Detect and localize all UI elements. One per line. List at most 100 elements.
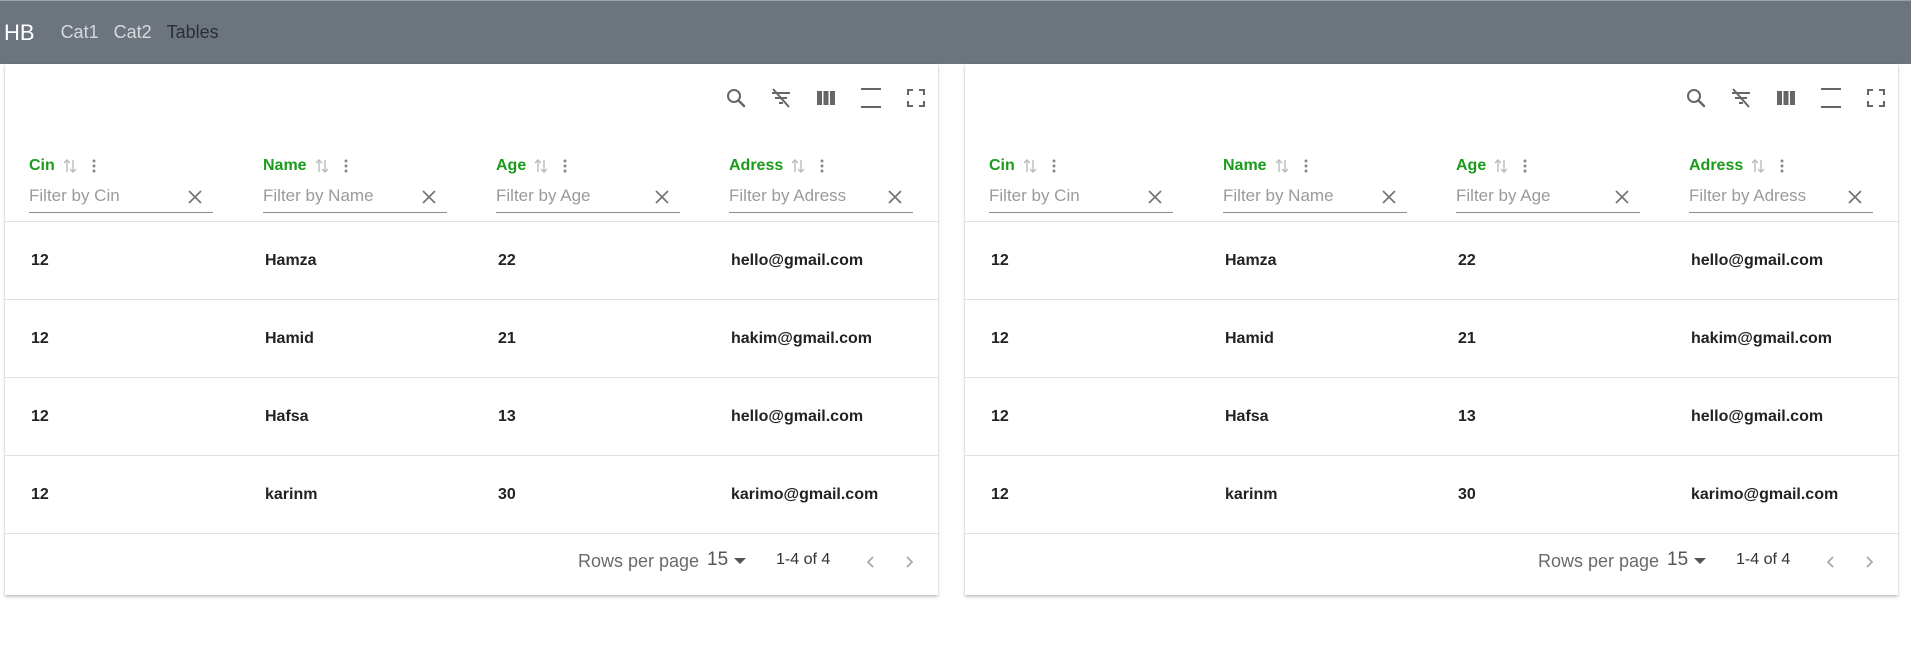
filter-input[interactable] — [989, 181, 1139, 211]
more-vertical-icon[interactable] — [556, 157, 574, 175]
brand-logo[interactable]: HB — [4, 20, 35, 46]
close-icon[interactable] — [885, 187, 905, 207]
cell-cin: 12 — [991, 251, 1009, 269]
column-header-label[interactable]: Age — [1456, 157, 1486, 175]
table-row[interactable]: 12 karinm 30 karimo@gmail.com — [965, 456, 1898, 534]
table-row[interactable]: 12 Hafsa 13 hello@gmail.com — [5, 378, 938, 456]
column-header-label[interactable]: Name — [1223, 157, 1267, 175]
chevron-right-icon — [1866, 556, 1874, 568]
more-vertical-icon[interactable] — [1297, 157, 1315, 175]
rows-per-page-value: 15 — [707, 549, 729, 570]
close-icon[interactable] — [419, 187, 439, 207]
table-row[interactable]: 12 karinm 30 karimo@gmail.com — [5, 456, 938, 534]
column-header-label[interactable]: Age — [496, 157, 526, 175]
more-vertical-icon[interactable] — [1045, 157, 1063, 175]
more-vertical-icon[interactable] — [1773, 157, 1791, 175]
sort-arrows-icon[interactable] — [1492, 157, 1510, 175]
columns-button[interactable] — [1763, 83, 1808, 113]
table-row[interactable]: 12 Hafsa 13 hello@gmail.com — [965, 378, 1898, 456]
close-icon[interactable] — [1379, 187, 1399, 207]
caret-down-icon — [1694, 558, 1707, 564]
filter-input[interactable] — [496, 181, 646, 211]
nav-link-tables[interactable]: Tables — [167, 22, 219, 43]
fullscreen-button[interactable] — [893, 83, 938, 113]
filter-field — [263, 181, 447, 213]
sort-arrows-icon[interactable] — [1021, 157, 1039, 175]
chevron-right-icon — [906, 556, 914, 568]
table-row[interactable]: 12 Hamid 21 hakim@gmail.com — [965, 300, 1898, 378]
page-info: 1-4 of 4 — [776, 551, 831, 568]
close-icon[interactable] — [185, 187, 205, 207]
more-vertical-icon[interactable] — [337, 157, 355, 175]
next-page-button[interactable] — [1856, 549, 1882, 575]
more-vertical-icon[interactable] — [1516, 157, 1534, 175]
toggle-filters-button[interactable] — [1718, 83, 1763, 113]
column-header-label[interactable]: Adress — [729, 157, 783, 175]
filter-input[interactable] — [1223, 181, 1373, 211]
cell-cin: 12 — [31, 329, 49, 347]
cell-adress: karimo@gmail.com — [731, 485, 879, 503]
close-icon[interactable] — [652, 187, 672, 207]
more-vertical-icon[interactable] — [85, 157, 103, 175]
density-button[interactable] — [1808, 83, 1853, 113]
nav-link-cat1[interactable]: Cat1 — [61, 22, 99, 43]
density-icon — [860, 88, 881, 108]
search-button[interactable] — [1673, 83, 1718, 113]
filter-input[interactable] — [1456, 181, 1606, 211]
sort-arrows-icon[interactable] — [313, 157, 331, 175]
table-row[interactable]: 12 Hamza 22 hello@gmail.com — [5, 222, 938, 300]
sort-arrows-icon[interactable] — [1273, 157, 1291, 175]
cell-age: 21 — [1458, 329, 1476, 347]
fullscreen-button[interactable] — [1853, 83, 1898, 113]
filter-field — [1689, 181, 1873, 213]
cell-adress: hello@gmail.com — [731, 407, 864, 425]
rows-per-page-select[interactable]: 15 — [1667, 549, 1707, 571]
cell-adress: hakim@gmail.com — [731, 329, 872, 347]
column-age: Age — [1456, 152, 1640, 213]
sort-arrows-icon[interactable] — [532, 157, 550, 175]
navbar: HB Cat1 Cat2 Tables — [0, 0, 1911, 64]
previous-page-button[interactable] — [1818, 549, 1844, 575]
cell-age: 30 — [498, 485, 516, 503]
table-row[interactable]: 12 Hamza 22 hello@gmail.com — [965, 222, 1898, 300]
cell-name: Hamid — [265, 329, 314, 347]
filter-input[interactable] — [29, 181, 179, 211]
sort-arrows-icon[interactable] — [789, 157, 807, 175]
fullscreen-icon — [906, 89, 925, 107]
cell-name: Hafsa — [265, 407, 309, 425]
rows-per-page-value: 15 — [1667, 549, 1689, 570]
rows-per-page-label: Rows per page — [578, 551, 700, 571]
table-toolbar — [1673, 83, 1898, 113]
rows-per-page-select[interactable]: 15 — [707, 549, 747, 571]
filter-input[interactable] — [263, 181, 413, 211]
sort-arrows-icon[interactable] — [61, 157, 79, 175]
sort-arrows-icon[interactable] — [1749, 157, 1767, 175]
data-table-1: Cin Name Age Adress 12 Hamza 22 hello@gm… — [5, 64, 938, 595]
filter-input[interactable] — [1689, 181, 1839, 211]
filter-input[interactable] — [729, 181, 879, 211]
density-button[interactable] — [848, 83, 893, 113]
column-header-label[interactable]: Adress — [1689, 157, 1743, 175]
nav-link-cat2[interactable]: Cat2 — [114, 22, 152, 43]
table-row[interactable]: 12 Hamid 21 hakim@gmail.com — [5, 300, 938, 378]
column-header-label[interactable]: Cin — [29, 157, 55, 175]
filter-field — [496, 181, 680, 213]
previous-page-button[interactable] — [858, 549, 884, 575]
column-header-label[interactable]: Name — [263, 157, 307, 175]
toggle-filters-button[interactable] — [758, 83, 803, 113]
columns-button[interactable] — [803, 83, 848, 113]
next-page-button[interactable] — [896, 549, 922, 575]
more-vertical-icon[interactable] — [813, 157, 831, 175]
close-icon[interactable] — [1845, 187, 1865, 207]
column-header-label[interactable]: Cin — [989, 157, 1015, 175]
cell-cin: 12 — [31, 485, 49, 503]
cell-name: Hamid — [1225, 329, 1274, 347]
cell-name: karinm — [1225, 485, 1278, 503]
filter-field — [729, 181, 913, 213]
cell-cin: 12 — [31, 407, 49, 425]
view-column-icon — [1776, 91, 1795, 105]
filter-field — [1456, 181, 1640, 213]
close-icon[interactable] — [1145, 187, 1165, 207]
search-button[interactable] — [713, 83, 758, 113]
close-icon[interactable] — [1612, 187, 1632, 207]
